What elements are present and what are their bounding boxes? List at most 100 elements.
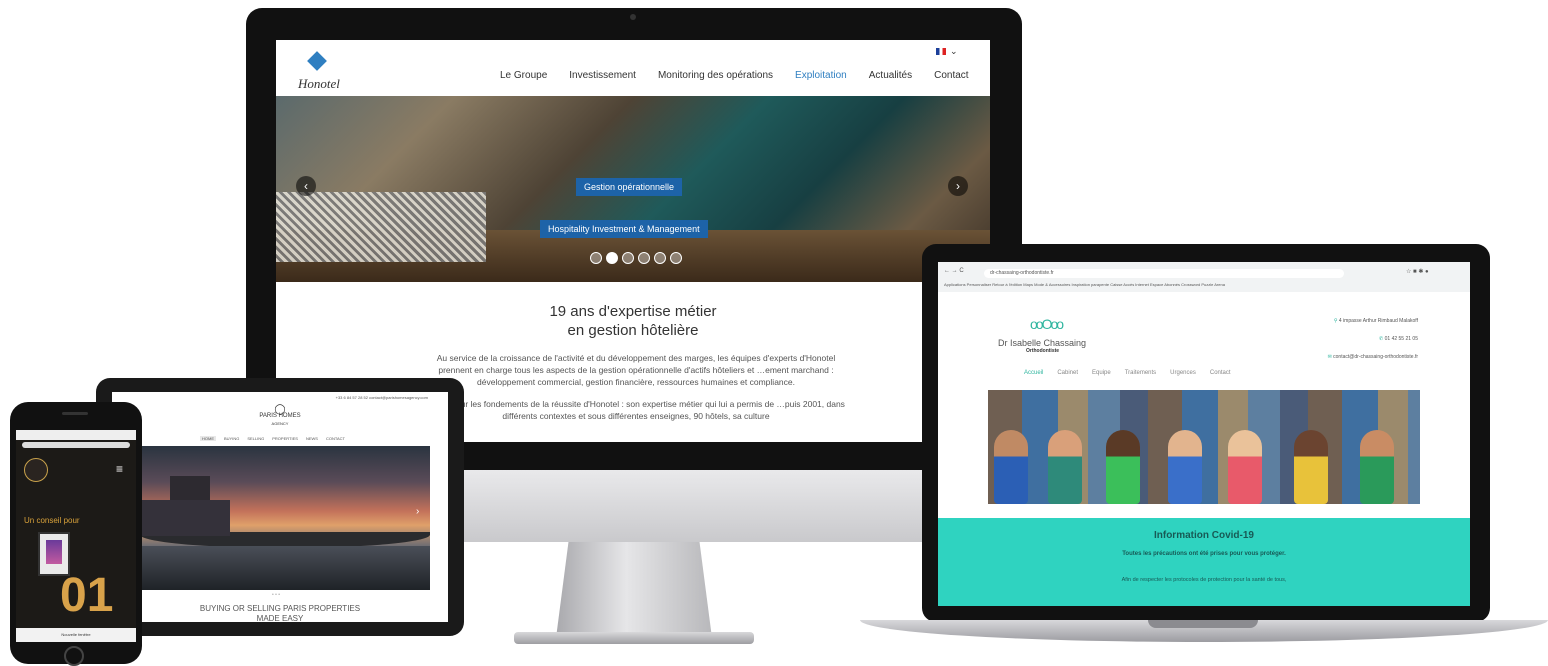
nav-exploitation[interactable]: Exploitation [795,70,847,81]
nav-equipe[interactable]: Equipe [1092,370,1111,376]
slider-dot[interactable] [638,252,650,264]
phone-website: ≡ Un conseil pour 01 Nouvelle fenêtre [16,430,136,642]
slider-dot[interactable] [654,252,666,264]
phone-tagline: Un conseil pour [24,516,80,525]
honotel-header: Honotel ⌄ Le Groupe Investissement Monit… [276,40,990,96]
chassaing-name: Dr Isabelle Chassaing [998,338,1087,348]
child-figure [1168,430,1202,504]
nav-contact[interactable]: Contact [934,70,968,81]
slider-dot[interactable] [670,252,682,264]
logo-line-1: PARIS HOMES [259,413,301,419]
page-title: 19 ans d'expertise métier en gestion hôt… [276,302,990,340]
french-flag-icon [936,48,946,56]
imac-camera [630,14,636,20]
paris-homes-nav: HOME BUYING SELLING PROPERTIES NEWS CONT… [200,436,345,441]
browser-chrome: ← → C dr-chassaing-orthodontiste.fr Appl… [938,262,1470,292]
slider-next-arrow-icon[interactable]: › [416,506,419,517]
paragraph-2: …pose sur les fondements de la réussite … [427,399,845,421]
chassaing-nav: Accueil Cabinet Equipe Traitements Urgen… [1024,370,1231,376]
covid-info-section: Information Covid-19 Toutes les précauti… [938,518,1470,606]
child-figure [994,430,1028,504]
hero-slider: Gestion opérationnelle Hospitality Inves… [276,96,990,282]
slider-dot[interactable] [622,252,634,264]
address-bar[interactable]: dr-chassaing-orthodontiste.fr [984,269,1344,278]
phone-url-bar[interactable] [22,442,130,448]
child-figure [1048,430,1082,504]
logo-line-2: AGENCY [271,421,289,426]
covid-title: Information Covid-19 [1153,530,1254,541]
slider-next-arrow-icon[interactable]: › [948,176,968,196]
nav-properties[interactable]: PROPERTIES [272,436,298,441]
child-figure [1228,430,1262,504]
chassaing-subtitle: Orthodontiste [1026,348,1060,354]
slider-dot-active[interactable] [606,252,618,264]
nav-buying[interactable]: BUYING [224,436,239,441]
hero-image-counter [276,192,486,262]
phone-speaker [62,412,88,415]
nav-accueil[interactable]: Accueil [1024,370,1043,376]
chevron-down-icon: ⌄ [950,46,958,56]
browser-toolbar-icons[interactable]: ☆ ■ ✱ ● [1406,268,1429,275]
slider-dot[interactable] [590,252,602,264]
child-figure [1106,430,1140,504]
nav-monitoring[interactable]: Monitoring des opérations [658,70,773,81]
nav-cabinet[interactable]: Cabinet [1057,370,1078,376]
slider-dots[interactable]: • • • [272,592,280,598]
title-line-1: 19 ans d'expertise métier [549,303,717,320]
nav-home[interactable]: HOME [200,436,216,441]
chassaing-logo-icon[interactable]: ooOoo [1030,316,1066,336]
paris-homes-caption: BUYING OR SELLING PARIS PROPERTIES MADE … [112,604,448,622]
river-shape [140,546,430,590]
nav-selling[interactable]: SELLING [247,436,264,441]
step-number: 01 [60,569,114,622]
child-figure [1294,430,1328,504]
nav-contact[interactable]: Contact [1210,370,1231,376]
hero-badge-hospitality[interactable]: Hospitality Investment & Management [540,220,708,238]
phone-home-button[interactable] [64,646,84,666]
covid-text: Afin de respecter les protocoles de prot… [1121,577,1287,583]
slider-prev-arrow-icon[interactable]: ‹ [296,176,316,196]
hero-badge-gestion[interactable]: Gestion opérationnelle [576,178,683,196]
imac-foot [514,632,754,644]
bookmarks-bar[interactable]: Applications Personnaliser Retour à l'éd… [944,282,1225,287]
chassaing-website: ← → C dr-chassaing-orthodontiste.fr Appl… [938,262,1470,606]
honotel-logo-icon [307,51,327,71]
phone-status-bar [16,430,136,440]
hamburger-menu-icon[interactable]: ≡ [116,462,123,476]
nav-urgences[interactable]: Urgences [1170,370,1196,376]
nav-actualites[interactable]: Actualités [869,70,912,81]
logo-emblem-icon: ◯ [274,404,286,415]
caption-line-2: MADE EASY [256,614,304,622]
nav-contact[interactable]: CONTACT [326,436,345,441]
contact-address[interactable]: ⚲ 4 impasse Arthur Rimbaud Malakoff [1282,312,1418,330]
honotel-logo[interactable]: Honotel [298,76,340,92]
title-line-2: en gestion hôtelière [567,322,699,339]
back-forward-reload-icons[interactable]: ← → C [944,268,964,274]
building-left [140,500,230,536]
contact-phone-text: 01 42 55 21 05 [1384,336,1418,342]
intro-paragraph: Au service de la croissance de l'activit… [426,352,846,422]
contact-email[interactable]: ✉ contact@dr-chassaing-orthodontiste.fr [1282,348,1418,366]
phone-site-logo[interactable] [24,458,48,482]
laptop-notch [1148,620,1258,628]
contact-address-text: 4 impasse Arthur Rimbaud Malakoff [1338,318,1418,324]
slider-dots [590,252,682,264]
nav-news[interactable]: NEWS [306,436,318,441]
covid-subtitle: Toutes les précautions ont été prises po… [1122,551,1286,557]
imac-stand [556,542,712,638]
children-hero-image [988,390,1420,504]
caption-line-1: BUYING OR SELLING PARIS PROPERTIES [199,604,361,613]
contact-phone[interactable]: ✆ 01 42 55 21 05 [1282,330,1418,348]
contact-email-text: contact@dr-chassaing-orthodontiste.fr [1333,354,1418,360]
nav-traitements[interactable]: Traitements [1125,370,1156,376]
language-selector[interactable]: ⌄ [936,46,958,57]
nav-investissement[interactable]: Investissement [569,70,636,81]
paragraph-1: Au service de la croissance de l'activit… [436,353,836,387]
phone-browser-toolbar[interactable]: Nouvelle fenêtre [16,628,136,642]
nav-le-groupe[interactable]: Le Groupe [500,70,547,81]
chassaing-contact: ⚲ 4 impasse Arthur Rimbaud Malakoff ✆ 01… [1282,312,1418,366]
tablet-topbar: +33 6 84 57 28 52 contact@parishomesagen… [335,395,428,400]
child-figure [1360,430,1394,504]
honotel-nav: Le Groupe Investissement Monitoring des … [500,70,969,81]
paris-homes-logo[interactable]: ◯ PARIS HOMES AGENCY [112,404,448,427]
